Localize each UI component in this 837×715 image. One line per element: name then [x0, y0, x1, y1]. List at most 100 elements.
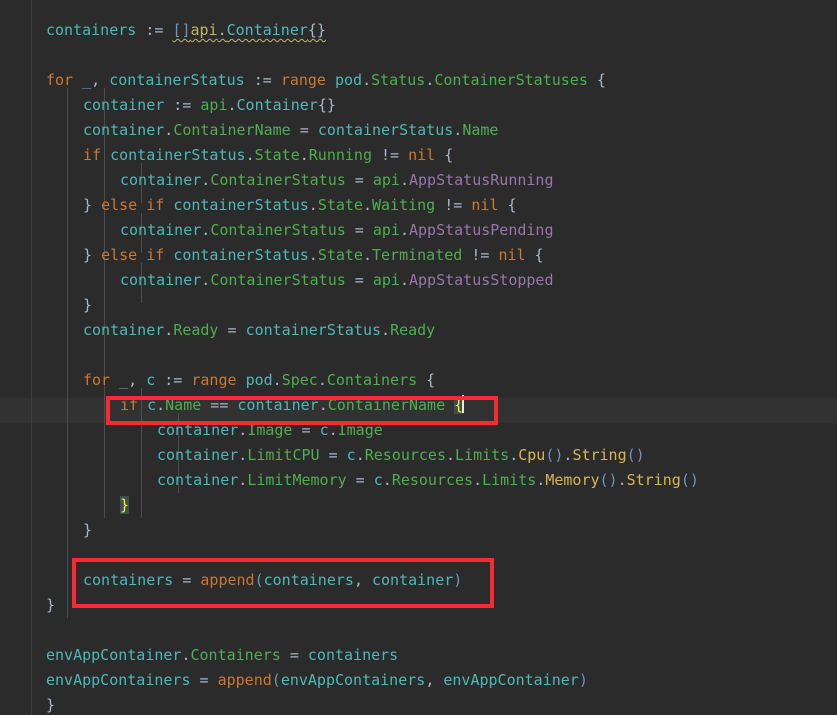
code-token: .: [164, 321, 174, 339]
code-token: Status: [371, 71, 426, 89]
code-line[interactable]: [0, 543, 837, 568]
code-line[interactable]: } else if containerStatus.State.Waiting …: [0, 193, 837, 218]
code-token: String: [572, 446, 627, 464]
code-token: if: [146, 196, 165, 214]
code-token: api: [372, 171, 400, 189]
code-token: .: [399, 171, 409, 189]
code-token: Image: [247, 421, 293, 439]
code-token: Ready: [173, 321, 219, 339]
code-token: .: [272, 371, 282, 389]
code-token: AppStatusRunning: [409, 171, 554, 189]
code-token: !=: [462, 246, 499, 264]
code-token: .: [382, 471, 392, 489]
code-token: :=: [164, 96, 201, 114]
code-line[interactable]: }: [0, 593, 837, 618]
code-line[interactable]: if containerStatus.State.Running != nil …: [0, 143, 837, 168]
code-token: if: [83, 146, 102, 164]
code-token: Resources: [364, 446, 446, 464]
code-line[interactable]: }: [0, 518, 837, 543]
code-token: ,: [128, 371, 147, 389]
code-token: {}: [307, 21, 326, 39]
text-caret: [462, 395, 465, 413]
code-token: containers: [46, 21, 137, 39]
code-text-area[interactable]: containers := []api.Container{} for _, co…: [0, 0, 837, 715]
code-token: envAppContainer: [443, 671, 579, 689]
code-token: .: [425, 71, 435, 89]
code-token: ContainerName: [327, 396, 446, 414]
code-token: if: [120, 396, 139, 414]
code-token: !=: [372, 146, 409, 164]
code-line[interactable]: envAppContainers = append(envAppContaine…: [0, 668, 837, 693]
code-token: AppStatusStopped: [409, 271, 554, 289]
code-token: (: [271, 671, 281, 689]
code-token: .: [617, 471, 627, 489]
code-line[interactable]: if c.Name == container.ContainerName {: [0, 393, 837, 418]
code-line[interactable]: container.ContainerName = containerStatu…: [0, 118, 837, 143]
code-token: containerStatus: [110, 146, 246, 164]
code-token: .: [245, 146, 255, 164]
code-token: envAppContainers: [46, 671, 191, 689]
code-line[interactable]: container := api.Container{}: [0, 93, 837, 118]
code-token: .: [164, 121, 174, 139]
code-token: containers: [307, 646, 399, 664]
code-token: append: [217, 671, 272, 689]
code-line[interactable]: }: [0, 693, 837, 715]
code-token: Containers: [326, 371, 418, 389]
code-line[interactable]: envAppContainer.Containers = containers: [0, 643, 837, 668]
code-line[interactable]: container.Ready = containerStatus.Ready: [0, 318, 837, 343]
code-token: =: [345, 221, 373, 239]
code-token: container: [83, 121, 165, 139]
code-token: }: [83, 196, 93, 214]
code-token: (): [599, 471, 618, 489]
code-token: containers: [263, 571, 354, 589]
code-line[interactable]: } else if containerStatus.State.Terminat…: [0, 243, 837, 268]
code-token: api: [190, 21, 218, 39]
code-token: .: [399, 271, 409, 289]
code-token: }: [83, 521, 93, 539]
code-token: ,: [425, 671, 444, 689]
code-token: State: [317, 196, 363, 214]
code-token: ): [453, 571, 463, 589]
code-token: .: [308, 196, 318, 214]
code-token: =: [218, 321, 246, 339]
code-line[interactable]: }: [0, 293, 837, 318]
code-token: containers: [83, 571, 174, 589]
code-token: LimitMemory: [247, 471, 347, 489]
code-token: else: [101, 196, 138, 214]
code-token: Resources: [391, 471, 474, 489]
code-token: container: [120, 171, 202, 189]
code-token: !=: [435, 196, 472, 214]
code-token: container: [157, 421, 239, 439]
code-token: AppStatusPending: [409, 221, 554, 239]
code-token: .: [399, 221, 409, 239]
code-line[interactable]: for _, containerStatus := range pod.Stat…: [0, 68, 837, 93]
code-line[interactable]: container.LimitMemory = c.Resources.Limi…: [0, 468, 837, 493]
code-token: String: [626, 471, 681, 489]
code-line[interactable]: [0, 343, 837, 368]
code-line[interactable]: container.ContainerStatus = api.AppStatu…: [0, 168, 837, 193]
code-token: c: [146, 371, 156, 389]
code-line[interactable]: container.ContainerStatus = api.AppStatu…: [0, 218, 837, 243]
code-token: .: [328, 421, 338, 439]
code-token: }: [83, 296, 93, 314]
code-line[interactable]: containers := []api.Container{}: [0, 18, 837, 43]
code-line[interactable]: [0, 618, 837, 643]
code-token: containerStatus: [109, 71, 245, 89]
code-line[interactable]: container.ContainerStatus = api.AppStatu…: [0, 268, 837, 293]
code-line[interactable]: container.Image = c.Image: [0, 418, 837, 443]
code-token: range: [280, 71, 326, 89]
code-line[interactable]: containers = append(containers, containe…: [0, 568, 837, 593]
code-line[interactable]: }: [0, 493, 837, 518]
code-token: c: [319, 421, 329, 439]
code-token: =: [345, 171, 373, 189]
code-editor-screen: containers := []api.Container{} for _, co…: [0, 0, 837, 715]
code-line[interactable]: container.LimitCPU = c.Resources.Limits.…: [0, 443, 837, 468]
code-line[interactable]: [0, 43, 837, 68]
code-token: ContainerStatus: [210, 171, 346, 189]
code-token: ContainerStatus: [210, 271, 346, 289]
code-token: .: [217, 21, 227, 39]
code-line[interactable]: for _, c := range pod.Spec.Containers {: [0, 368, 837, 393]
